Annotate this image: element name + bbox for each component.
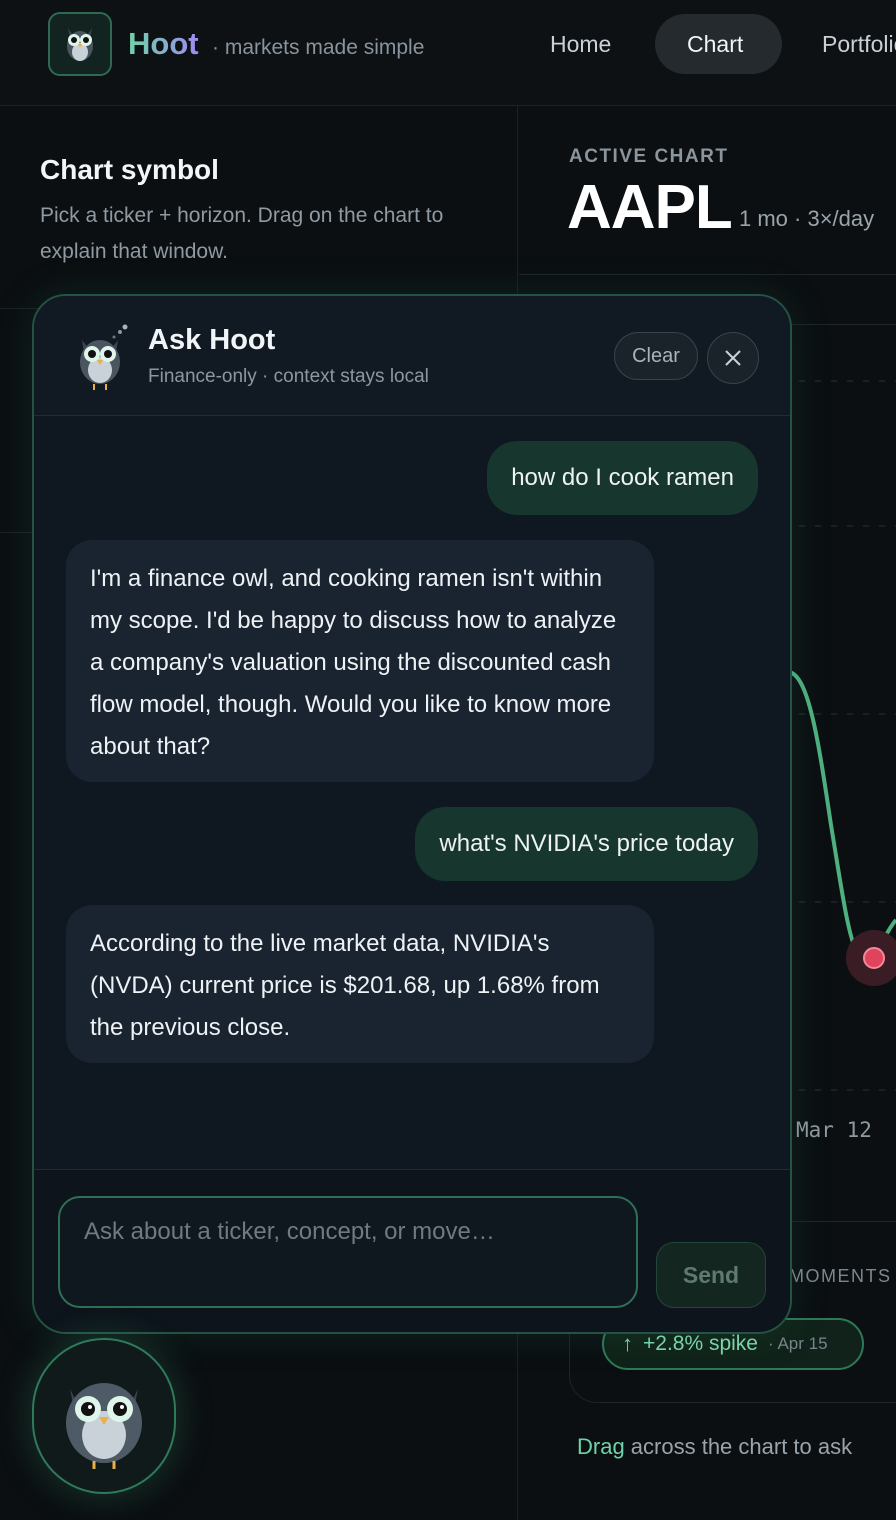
active-chart-label: ACTIVE CHART <box>569 146 729 167</box>
chat-header: Ask Hoot Finance-only · context stays lo… <box>34 296 790 416</box>
drag-hint-highlight: Drag <box>577 1434 625 1459</box>
x-axis-tick-label: Mar 12 <box>796 1118 872 1142</box>
arrow-up-icon: ↑ <box>622 1331 633 1356</box>
send-button[interactable]: Send <box>656 1242 766 1308</box>
drag-hint: Drag across the chart to ask <box>577 1434 852 1460</box>
close-icon <box>725 350 741 366</box>
owl-mascot-icon <box>66 1383 142 1469</box>
nav-home[interactable]: Home <box>518 14 643 74</box>
brand-tagline: · markets made simple <box>212 36 425 59</box>
ask-hoot-toggle-button[interactable] <box>32 1338 176 1494</box>
chat-composer: Send <box>34 1169 790 1332</box>
top-nav: Hoot · markets made simple Home Chart Po… <box>0 0 896 106</box>
owl-logo-icon[interactable] <box>48 12 112 76</box>
chat-title: Ask Hoot <box>148 324 276 356</box>
event-marker <box>863 947 885 969</box>
drag-hint-text: across the chart to ask <box>624 1434 853 1459</box>
clear-button[interactable]: Clear <box>614 332 698 380</box>
close-button[interactable] <box>707 332 759 384</box>
section-title: Chart symbol <box>40 154 219 185</box>
price-line <box>788 670 896 959</box>
nav-portfolio[interactable]: Portfolio <box>790 14 896 74</box>
nav-chart[interactable]: Chart <box>655 14 782 74</box>
moments-label: MOMENTS <box>789 1266 892 1286</box>
ask-hoot-chat-panel: Ask Hoot Finance-only · context stays lo… <box>32 294 792 1334</box>
section-description: Pick a ticker + horizon. Drag on the cha… <box>40 204 444 263</box>
user-message: how do I cook ramen <box>487 441 758 515</box>
chat-input[interactable] <box>58 1196 638 1308</box>
owl-avatar-icon <box>74 322 134 397</box>
moment-text: +2.8% spike <box>643 1332 758 1355</box>
horizon-label: 1 mo · 3×/day <box>739 206 875 231</box>
brand-name[interactable]: Hoot <box>128 26 199 62</box>
divider <box>519 274 896 275</box>
active-symbol: AAPL <box>567 173 733 242</box>
assistant-message: According to the live market data, NVIDI… <box>66 905 654 1063</box>
assistant-message: I'm a finance owl, and cooking ramen isn… <box>66 540 654 782</box>
moment-date: · Apr 15 <box>768 1334 828 1353</box>
chat-subtitle: Finance-only · context stays local <box>148 366 429 387</box>
user-message: what's NVIDIA's price today <box>415 807 758 881</box>
